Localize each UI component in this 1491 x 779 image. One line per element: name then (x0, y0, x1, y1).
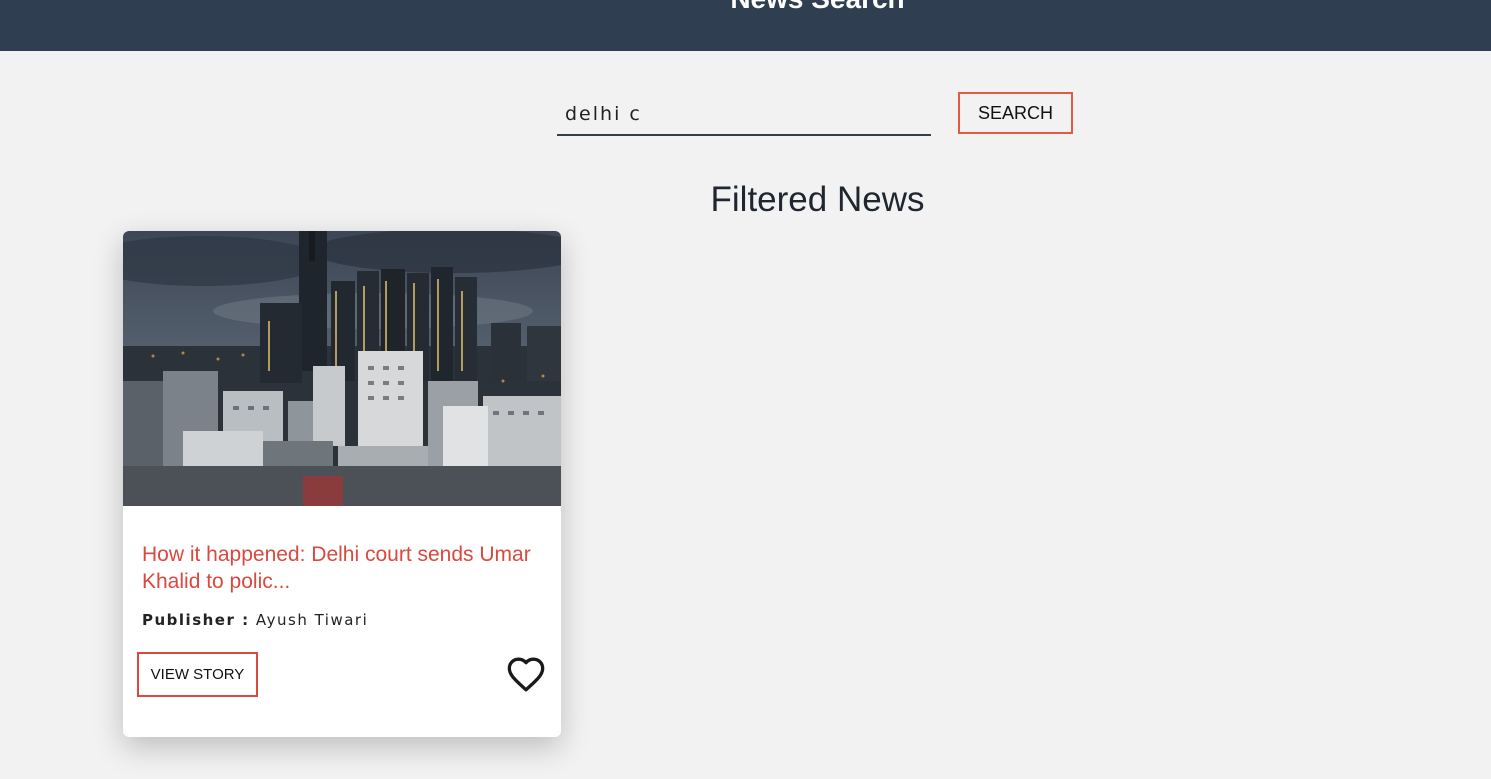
publisher-info: Publisher : Ayush Tiwari (142, 611, 368, 629)
section-title: Filtered News (710, 180, 925, 219)
news-image (123, 231, 561, 506)
search-input[interactable] (557, 94, 931, 136)
news-card: How it happened: Delhi court sends Umar … (123, 231, 561, 737)
news-title-line1: How it happened: Delhi court sends Umar (142, 543, 531, 566)
search-button[interactable]: SEARCH (958, 92, 1073, 134)
news-title-line2: Khalid to polic... (142, 570, 291, 593)
heart-outline-icon[interactable] (506, 655, 546, 693)
view-story-button[interactable]: VIEW STORY (137, 652, 258, 697)
news-title[interactable]: How it happened: Delhi court sends Umar … (142, 541, 561, 595)
publisher-label: Publisher : (142, 611, 250, 629)
top-navbar: News Search (0, 0, 1491, 51)
app-title: News Search (0, 0, 1491, 15)
publisher-name: Ayush Tiwari (255, 611, 369, 629)
